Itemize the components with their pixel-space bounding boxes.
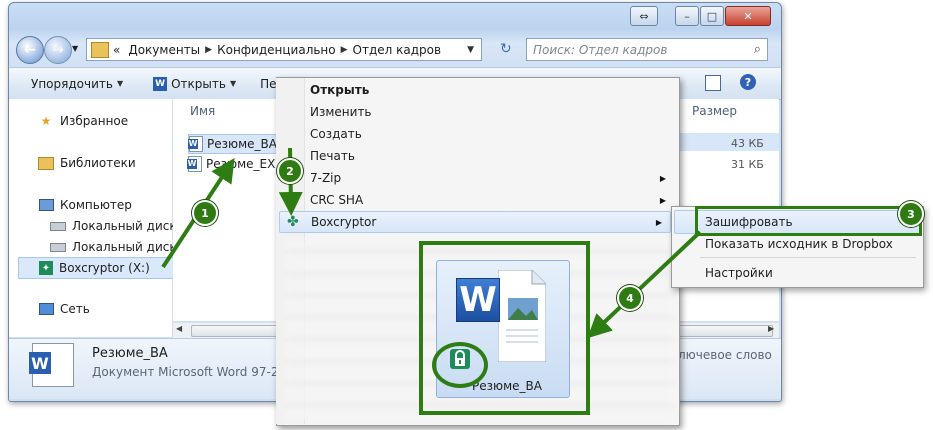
step-number: 2 [286, 164, 294, 178]
annotation-arrows [161, 147, 702, 339]
step-badge-1: 1 [192, 200, 218, 226]
step-badge-2: 2 [277, 158, 303, 184]
step-number: 1 [201, 206, 209, 220]
step-badge-4: 4 [617, 285, 643, 311]
arrow-step-4 [587, 230, 702, 339]
step-number: 3 [907, 207, 915, 221]
step-number: 4 [626, 291, 634, 305]
step-badge-3: 3 [898, 201, 924, 227]
